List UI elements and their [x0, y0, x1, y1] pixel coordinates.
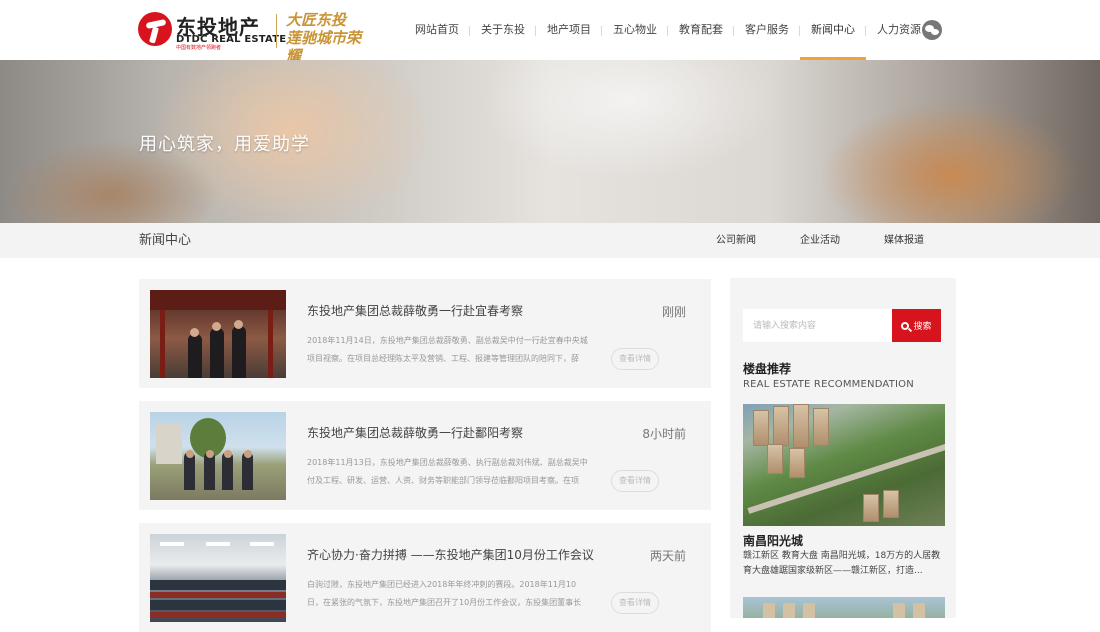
img-shape: [763, 603, 775, 618]
thumb-shape: [160, 310, 165, 378]
news-title[interactable]: 东投地产集团总裁薛敬勇一行赴鄱阳考察: [307, 424, 523, 441]
section-tabs: 公司新闻 企业活动 媒体报道: [716, 223, 968, 258]
thumb-shape: [150, 592, 286, 598]
thumb-shape: [150, 600, 286, 610]
tab-corporate-events[interactable]: 企业活动: [800, 223, 840, 258]
view-details-button[interactable]: 查看详情: [611, 592, 659, 614]
nav-item-news-label: 新闻中心: [811, 23, 855, 36]
news-title[interactable]: 齐心协力·奋力拼搏 ——东投地产集团10月份工作会议: [307, 546, 594, 563]
thumb-shape: [234, 320, 243, 329]
tab-media-reports[interactable]: 媒体报道: [884, 223, 924, 258]
search-input[interactable]: [743, 309, 893, 342]
nav-item-education[interactable]: 教育配套: [668, 0, 734, 60]
banner-blur: [820, 100, 1080, 223]
nav-item-service[interactable]: 客户服务: [734, 0, 800, 60]
brand-slogan: 大匠东投 莲驰城市荣耀: [286, 11, 362, 65]
news-thumbnail[interactable]: [150, 534, 286, 622]
img-shape: [893, 603, 905, 618]
tab-company-news[interactable]: 公司新闻: [716, 223, 756, 258]
news-summary: 2018年11月13日，东投地产集团总裁薛敬勇、执行副总裁刘伟斌、副总裁吴中付及…: [307, 458, 588, 485]
nav-item-property[interactable]: 五心物业: [602, 0, 668, 60]
img-shape: [753, 410, 769, 446]
img-shape: [773, 406, 789, 446]
news-item[interactable]: 东投地产集团总裁薛敬勇一行赴宜春考察 刚刚 2018年11月14日，东投地产集团…: [139, 279, 711, 388]
img-shape: [783, 603, 795, 618]
news-time: 刚刚: [661, 305, 686, 319]
nav-item-about[interactable]: 关于东投: [470, 0, 536, 60]
logo-divider: [276, 14, 277, 48]
wechat-icon[interactable]: [922, 20, 942, 40]
search-icon: [901, 321, 910, 330]
thumb-shape: [232, 326, 246, 378]
logo-tagline: 中国有数地产领跑者: [176, 45, 222, 51]
img-shape: [813, 408, 829, 446]
img-shape: [863, 494, 879, 522]
hero-banner: 用心筑家，用爱助学: [0, 60, 1100, 223]
thumb-shape: [156, 424, 182, 464]
recommendation-title: 楼盘推荐: [743, 362, 792, 376]
thumb-shape: [244, 450, 252, 458]
main-nav: 网站首页 关于东投 地产项目 五心物业 教育配套 客户服务 新闻中心 人力资源: [404, 0, 932, 60]
img-shape: [883, 490, 899, 518]
property-description: 赣江新区 教育大盘 南昌阳光城，18万方的人居教育大盘雄踞国家级新区——赣江新区…: [743, 551, 941, 576]
news-summary: 2018年11月14日，东投地产集团总裁薛敬勇、副总裁吴中付一行赴宜春中央城项目…: [307, 336, 588, 363]
thumb-shape: [160, 542, 184, 546]
thumb-shape: [206, 450, 214, 458]
search-button-label: 搜索: [913, 322, 932, 332]
sidebar: 搜索 楼盘推荐 REAL ESTATE RECOMMENDATION 南昌阳光城…: [730, 278, 956, 618]
section-title: 新闻中心: [139, 233, 192, 248]
img-shape: [793, 404, 809, 448]
property-name[interactable]: 南昌阳光城: [743, 532, 803, 549]
news-thumbnail[interactable]: [150, 290, 286, 378]
thumb-shape: [188, 334, 202, 378]
thumb-shape: [268, 310, 273, 378]
thumb-shape: [210, 328, 224, 378]
recommendation-subtitle: REAL ESTATE RECOMMENDATION: [743, 379, 914, 390]
img-shape: [767, 444, 783, 474]
thumb-shape: [150, 612, 286, 618]
news-item[interactable]: 齐心协力·奋力拼搏 ——东投地产集团10月份工作会议 两天前 白驹过隙，东投地产…: [139, 523, 711, 632]
banner-blur: [480, 60, 780, 180]
section-bar: 新闻中心 公司新闻 企业活动 媒体报道: [0, 223, 1100, 258]
thumb-shape: [190, 328, 199, 337]
thumb-shape: [150, 580, 286, 590]
banner-title: 用心筑家，用爱助学: [139, 134, 310, 155]
news-time: 8小时前: [642, 427, 686, 441]
nav-item-news[interactable]: 新闻中心: [800, 0, 866, 60]
img-shape: [803, 603, 815, 618]
news-thumbnail[interactable]: [150, 412, 286, 500]
dtdc-logo-icon: [138, 12, 172, 46]
news-title[interactable]: 东投地产集团总裁薛敬勇一行赴宜春考察: [307, 302, 523, 319]
thumb-shape: [224, 450, 232, 458]
thumb-shape: [212, 322, 221, 331]
img-shape: [913, 603, 925, 618]
img-shape: [789, 448, 805, 478]
news-time: 两天前: [649, 549, 686, 563]
nav-item-home[interactable]: 网站首页: [404, 0, 470, 60]
site-header: 东投地产 DTDC REAL ESTATE 中国有数地产领跑者 大匠东投 莲驰城…: [0, 0, 1100, 65]
news-item[interactable]: 东投地产集团总裁薛敬勇一行赴鄱阳考察 8小时前 2018年11月13日，东投地产…: [139, 401, 711, 510]
thumb-shape: [186, 450, 194, 458]
thumb-shape: [206, 542, 230, 546]
view-details-button[interactable]: 查看详情: [611, 470, 659, 492]
thumb-shape: [150, 290, 286, 310]
site-logo[interactable]: 东投地产 DTDC REAL ESTATE 中国有数地产领跑者: [138, 10, 286, 51]
news-summary: 白驹过隙，东投地产集团已经进入2018年年终冲刺的赛段。2018年11月10日，…: [307, 580, 582, 607]
property-image[interactable]: [743, 404, 945, 526]
search-button[interactable]: 搜索: [892, 309, 941, 342]
view-details-button[interactable]: 查看详情: [611, 348, 659, 370]
thumb-shape: [250, 542, 274, 546]
property-image[interactable]: [743, 597, 945, 618]
nav-item-projects[interactable]: 地产项目: [536, 0, 602, 60]
